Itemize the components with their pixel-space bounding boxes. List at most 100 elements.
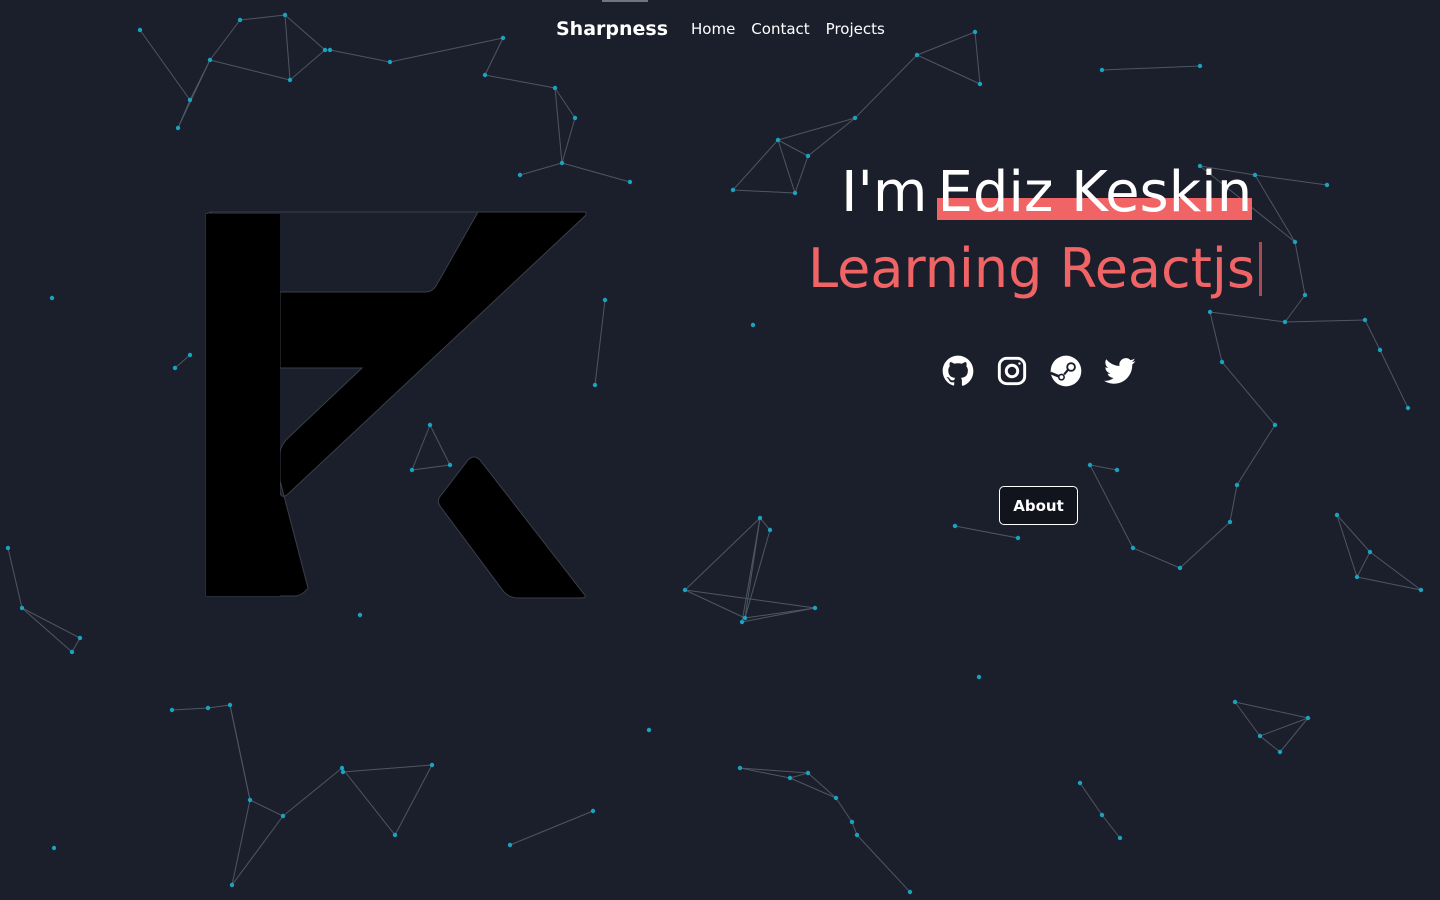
particle-dot [757,515,763,521]
particle-link [1364,319,1381,351]
particle-link [789,777,837,799]
particle-dot [187,352,193,358]
particle-dot [1117,835,1123,841]
particle-link [732,189,796,194]
particle-dot [602,297,608,303]
typing-cursor [1259,242,1263,297]
brand-link[interactable]: Sharpness [556,18,668,40]
particle-dot [559,160,565,166]
twitter-link[interactable] [1104,355,1136,387]
particle-link [835,797,853,823]
hero-prefix: I'm [841,160,928,225]
particle-dot [1015,535,1021,541]
particle-link [1089,464,1118,471]
particle-dot [805,153,811,159]
particle-dot [1114,467,1120,473]
particle-link [171,707,209,711]
particle-dot [907,889,913,895]
particle-dot [19,605,25,611]
particle-dot [5,545,11,551]
particle-dot [767,527,773,533]
particle-dot [1292,239,1298,245]
particle-link [1284,294,1306,323]
particle-link [554,87,563,164]
particle-dot [1099,67,1105,73]
instagram-icon [997,356,1027,386]
twitter-icon [1104,358,1136,384]
particle-link [807,117,856,157]
particle-link [1356,551,1371,578]
particle-dot [1197,63,1203,69]
particle-dot [852,115,858,121]
particle-link [741,607,816,623]
nav-link-projects[interactable]: Projects [826,20,885,38]
particle-link [519,162,563,176]
particle-dot [750,322,756,328]
particle-dot [357,612,363,618]
particle-link [554,87,576,119]
particle-dot [482,72,488,78]
particle-dot [227,702,233,708]
particle-link [789,772,809,779]
particle-dot [1377,347,1383,353]
steam-link[interactable] [1050,355,1082,387]
particle-link [209,59,291,81]
particle-dot [1227,519,1233,525]
particle-link [807,772,837,799]
particle-dot [787,775,793,781]
particle-link [1356,576,1422,591]
particle-dot [280,813,286,819]
particle-dot [169,707,175,713]
particle-link [1209,311,1223,363]
nav-link-contact[interactable]: Contact [751,20,809,38]
particle-dot [739,619,745,625]
particle-dot [592,382,598,388]
particle-dot [849,819,855,825]
particle-link [744,529,771,619]
typed-subtitle: Learning Reactjs [808,234,1263,304]
nav-link-home[interactable]: Home [691,20,735,38]
particle-dot [187,97,193,103]
nav-active-indicator [602,0,648,2]
particle-link [1234,701,1309,719]
particle-link [1254,174,1328,186]
particle-dot [1282,319,1288,325]
particle-dot [1367,549,1373,555]
github-link[interactable] [942,355,974,387]
particle-dot [552,85,558,91]
particle-dot [77,635,83,641]
particle-link [1079,782,1103,816]
particle-link [1209,311,1286,323]
particle-dot [833,795,839,801]
particle-dot [682,587,688,593]
particle-dot [775,137,781,143]
about-button[interactable]: About [999,486,1078,525]
hero-name: Ediz Keskin [937,158,1253,228]
particle-link [594,299,606,386]
particle-link [509,810,594,846]
hero-name-text: Ediz Keskin [937,160,1253,225]
particle-dot [51,845,57,851]
particle-dot [287,77,293,83]
particle-dot [1277,749,1283,755]
particle-dot [627,179,633,185]
particle-dot [429,762,435,768]
particle-dot [976,674,982,680]
particle-dot [1272,422,1278,428]
particle-link [741,517,761,623]
particle-link [794,155,809,194]
particle-link [561,162,631,183]
particle-link [1089,464,1134,549]
particle-dot [737,765,743,771]
particle-dot [1099,812,1105,818]
hero-heading: I'm Ediz Keskin [841,158,1253,228]
particle-dot [340,769,346,775]
particle-dot [1252,172,1258,178]
particle-dot [1219,359,1225,365]
ek-logo [205,211,587,599]
instagram-link[interactable] [996,355,1028,387]
particle-link [854,54,918,119]
particle-link [684,517,761,591]
github-icon [942,355,974,386]
particle-link [207,704,231,709]
